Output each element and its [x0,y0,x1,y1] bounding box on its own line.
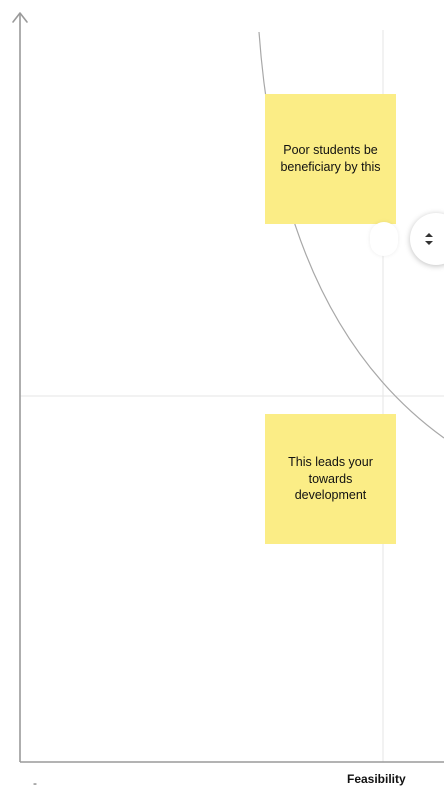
drag-handle[interactable] [370,222,398,256]
sticky-note[interactable]: This leads your towards development [265,414,396,544]
matrix-canvas[interactable]: Poor students be beneficiary by this Thi… [0,0,444,788]
sticky-note[interactable]: Poor students be beneficiary by this [265,94,396,224]
x-axis-label: Feasibility [347,772,406,786]
chevron-up-down-icon [425,233,433,245]
x-axis-min-label: - [33,776,37,788]
